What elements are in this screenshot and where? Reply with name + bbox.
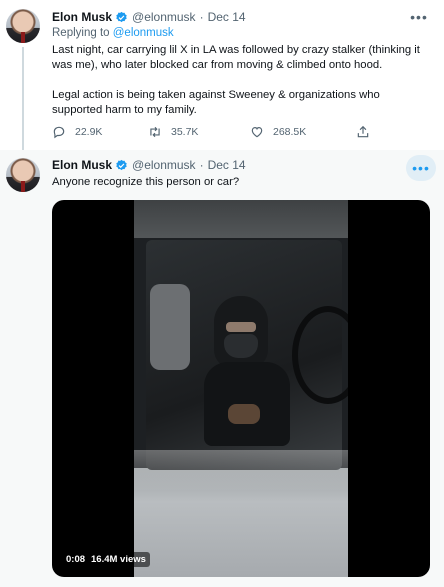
replying-to-handle-link[interactable]: @elonmusk — [113, 27, 174, 39]
verified-badge-icon — [116, 159, 127, 170]
separator-dot: · — [199, 10, 204, 24]
replying-to-label: Replying to — [52, 27, 110, 39]
author-handle[interactable]: @elonmusk — [132, 158, 196, 172]
retweet-icon — [150, 126, 160, 138]
tweet-text-paragraph-2: Legal action is being taken against Swee… — [52, 89, 380, 116]
tweet-text: Anyone recognize this person or car? — [52, 176, 240, 188]
tweet-reply[interactable]: Elon Musk @elonmusk · Dec 14 ••• Replyin… — [0, 0, 444, 151]
video-time: 0:08 — [66, 554, 86, 565]
retweet-count: 35.7K — [171, 126, 199, 138]
tweet-date[interactable]: Dec 14 — [208, 10, 246, 24]
share-icon — [357, 125, 369, 138]
video-views: 16.4M views — [91, 554, 146, 565]
author-name[interactable]: Elon Musk — [52, 10, 112, 24]
replying-to: Replying to @elonmusk — [52, 27, 174, 39]
tweet-actions: 22.9K 35.7K 268.5K — [52, 125, 382, 141]
video-stats: 0:08 16.4M views — [62, 552, 150, 567]
reply-count: 22.9K — [75, 126, 103, 138]
retweet-button[interactable]: 35.7K — [148, 125, 198, 139]
tweet-main[interactable]: Elon Musk @elonmusk · Dec 14 ••• Anyone … — [0, 150, 444, 587]
author-handle[interactable]: @elonmusk — [132, 10, 196, 24]
more-icon[interactable]: ••• — [408, 6, 430, 28]
separator-dot: · — [199, 158, 204, 172]
avatar[interactable] — [6, 158, 40, 192]
like-button[interactable]: 268.5K — [250, 125, 306, 139]
like-icon — [251, 127, 263, 138]
thread-connector-line — [22, 47, 24, 150]
video-frame — [134, 200, 348, 577]
tweet-header: Elon Musk @elonmusk · Dec 14 — [52, 8, 246, 26]
like-count: 268.5K — [273, 126, 307, 138]
avatar[interactable] — [6, 9, 40, 43]
author-name[interactable]: Elon Musk — [52, 158, 112, 172]
tweet-text-paragraph-1: Last night, car carrying lil X in LA was… — [52, 44, 420, 71]
tweet-date[interactable]: Dec 14 — [208, 158, 246, 172]
verified-badge-icon — [116, 11, 127, 22]
reply-button[interactable]: 22.9K — [52, 125, 102, 139]
tweet-header: Elon Musk @elonmusk · Dec 14 — [52, 156, 246, 174]
reply-icon — [53, 126, 65, 139]
video-player[interactable]: 0:08 16.4M views — [52, 200, 430, 577]
share-button[interactable] — [356, 125, 379, 139]
